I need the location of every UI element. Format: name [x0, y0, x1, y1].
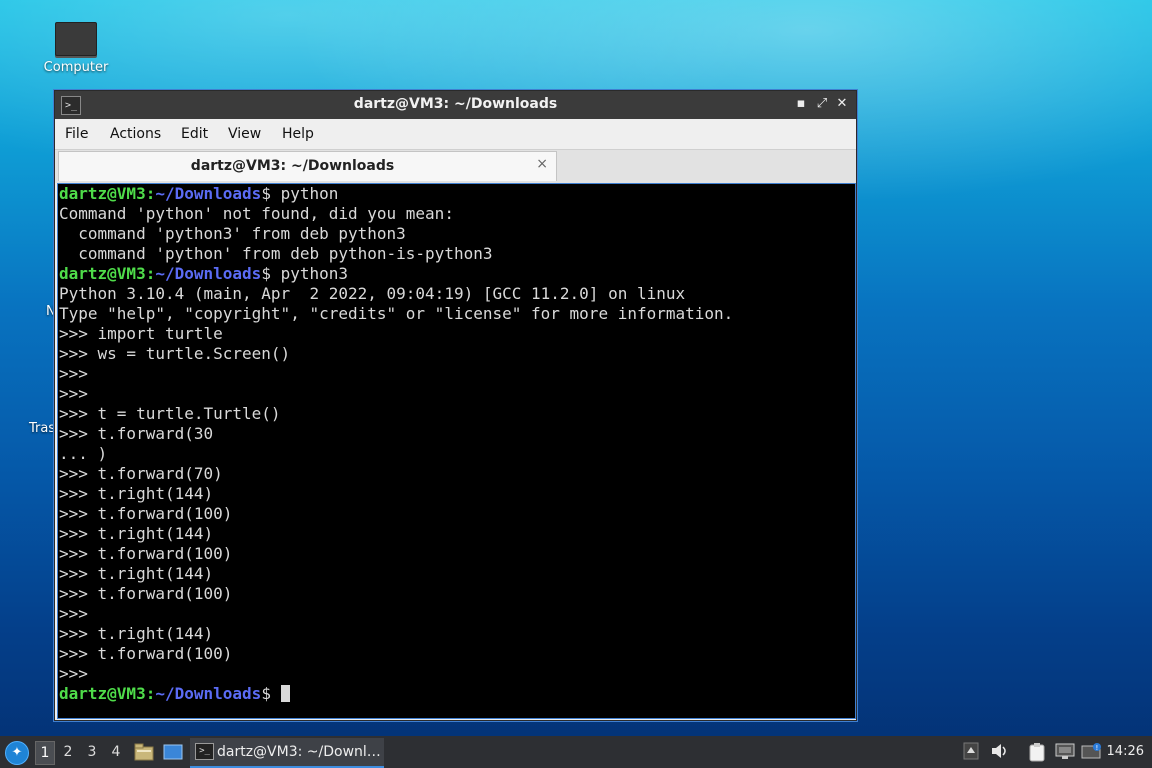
menu-edit[interactable]: Edit	[181, 126, 208, 142]
file-manager-icon[interactable]	[134, 742, 154, 762]
prompt-separator: :	[145, 264, 156, 283]
terminal-output-line: >>> t = turtle.Turtle()	[59, 404, 281, 423]
taskbar-item-label: dartz@VM3: ~/Downl…	[217, 744, 381, 760]
close-button[interactable]: ✕	[833, 95, 851, 113]
terminal-output-line: >>>	[59, 664, 88, 683]
terminal-prompt-line: dartz@VM3:~/Downloads$ python3	[59, 264, 348, 283]
workspace-4[interactable]: 4	[107, 741, 125, 763]
terminal-text: dartz@VM3:~/Downloads$ python Command 'p…	[58, 184, 855, 704]
menu-actions[interactable]: Actions	[110, 126, 161, 142]
start-menu-icon[interactable]: ✦	[5, 741, 29, 765]
terminal-output-line: >>> t.forward(100)	[59, 584, 233, 603]
terminal-output-line: Type "help", "copyright", "credits" or "…	[59, 304, 734, 323]
desktop-icon-trash-label: Tras	[29, 421, 56, 436]
prompt-separator: :	[145, 684, 156, 703]
network-icon[interactable]	[1055, 742, 1075, 762]
terminal-output-line: >>>	[59, 384, 88, 403]
terminal-output-line: >>> t.forward(100)	[59, 504, 233, 523]
menu-view[interactable]: View	[228, 126, 261, 142]
tab-close-icon[interactable]: ×	[536, 156, 548, 172]
computer-icon	[55, 22, 97, 56]
prompt-path: ~/Downloads	[155, 184, 262, 203]
clipboard-icon[interactable]	[1027, 742, 1047, 762]
terminal-output-line: >>> t.right(144)	[59, 524, 214, 543]
menu-help[interactable]: Help	[282, 126, 314, 142]
terminal-output-line: >>> import turtle	[59, 324, 223, 343]
notification-icon[interactable]: !	[1081, 742, 1103, 762]
tab-terminal[interactable]: dartz@VM3: ~/Downloads ×	[58, 151, 557, 181]
terminal-output-line: command 'python' from deb python-is-pyth…	[59, 244, 493, 263]
prompt-user: dartz@VM3	[59, 264, 146, 283]
prompt-user: dartz@VM3	[59, 684, 146, 703]
terminal-prompt-line: dartz@VM3:~/Downloads$	[59, 684, 290, 703]
terminal-output-line: >>> t.right(144)	[59, 564, 214, 583]
terminal-output-line: Python 3.10.4 (main, Apr 2 2022, 09:04:1…	[59, 284, 686, 303]
prompt-user: dartz@VM3	[59, 184, 146, 203]
terminal-output-line: >>> t.forward(30	[59, 424, 214, 443]
workspace-1[interactable]: 1	[35, 741, 55, 765]
taskbar: ✦ 1 2 3 4 >_ dartz@VM3: ~/Downl… ! 14:26	[0, 736, 1152, 768]
terminal-task-icon: >_	[195, 743, 214, 760]
maximize-button[interactable]: ⤢	[813, 95, 831, 113]
prompt-symbol: $	[261, 684, 271, 703]
terminal-window: >_ dartz@VM3: ~/Downloads ▪ ⤢ ✕ File Act…	[54, 90, 857, 721]
prompt-path: ~/Downloads	[155, 264, 262, 283]
prompt-command	[271, 684, 281, 703]
tab-title: dartz@VM3: ~/Downloads	[190, 158, 395, 174]
terminal-output-line: >>> t.forward(100)	[59, 644, 233, 663]
window-title: dartz@VM3: ~/Downloads	[353, 96, 558, 112]
minimize-button[interactable]: ▪	[792, 95, 810, 113]
terminal-output-line: command 'python3' from deb python3	[59, 224, 406, 243]
terminal-output-line: >>> t.right(144)	[59, 624, 214, 643]
tab-bar: dartz@VM3: ~/Downloads ×	[55, 149, 856, 183]
desktop-icon-computer[interactable]: Computer	[36, 22, 116, 75]
prompt-command: python	[270, 184, 339, 203]
terminal-output[interactable]: dartz@VM3:~/Downloads$ python Command 'p…	[57, 183, 856, 719]
terminal-output-line: >>> t.forward(100)	[59, 544, 233, 563]
workspace-2[interactable]: 2	[59, 741, 77, 763]
prompt-symbol: $	[261, 264, 271, 283]
menubar: File Actions Edit View Help	[55, 119, 856, 149]
terminal-output-line: >>> t.right(144)	[59, 484, 214, 503]
workspace-3[interactable]: 3	[83, 741, 101, 763]
menu-file[interactable]: File	[65, 126, 88, 142]
desktop-icon-label: Computer	[43, 60, 109, 75]
terminal-output-line: ... )	[59, 444, 108, 463]
terminal-cursor	[280, 685, 290, 702]
terminal-output-line: >>> t.forward(70)	[59, 464, 223, 483]
terminal-output-line: >>>	[59, 364, 88, 383]
prompt-command: python3	[270, 264, 349, 283]
clock[interactable]: 14:26	[1107, 744, 1144, 759]
terminal-output-line: Command 'python' not found, did you mean…	[59, 204, 454, 223]
prompt-separator: :	[145, 184, 156, 203]
taskbar-item-terminal[interactable]: >_ dartz@VM3: ~/Downl…	[190, 738, 384, 768]
svg-text:!: !	[1096, 744, 1099, 752]
terminal-output-line: >>>	[59, 604, 88, 623]
terminal-prompt-line: dartz@VM3:~/Downloads$ python	[59, 184, 338, 203]
show-desktop-icon[interactable]	[163, 742, 183, 762]
tray-up-arrow-icon[interactable]	[962, 742, 980, 762]
window-titlebar[interactable]: >_ dartz@VM3: ~/Downloads ▪ ⤢ ✕	[55, 91, 856, 119]
terminal-output-line: >>> ws = turtle.Screen()	[59, 344, 291, 363]
volume-icon[interactable]	[990, 742, 1010, 762]
prompt-symbol: $	[261, 184, 271, 203]
prompt-path: ~/Downloads	[155, 684, 262, 703]
